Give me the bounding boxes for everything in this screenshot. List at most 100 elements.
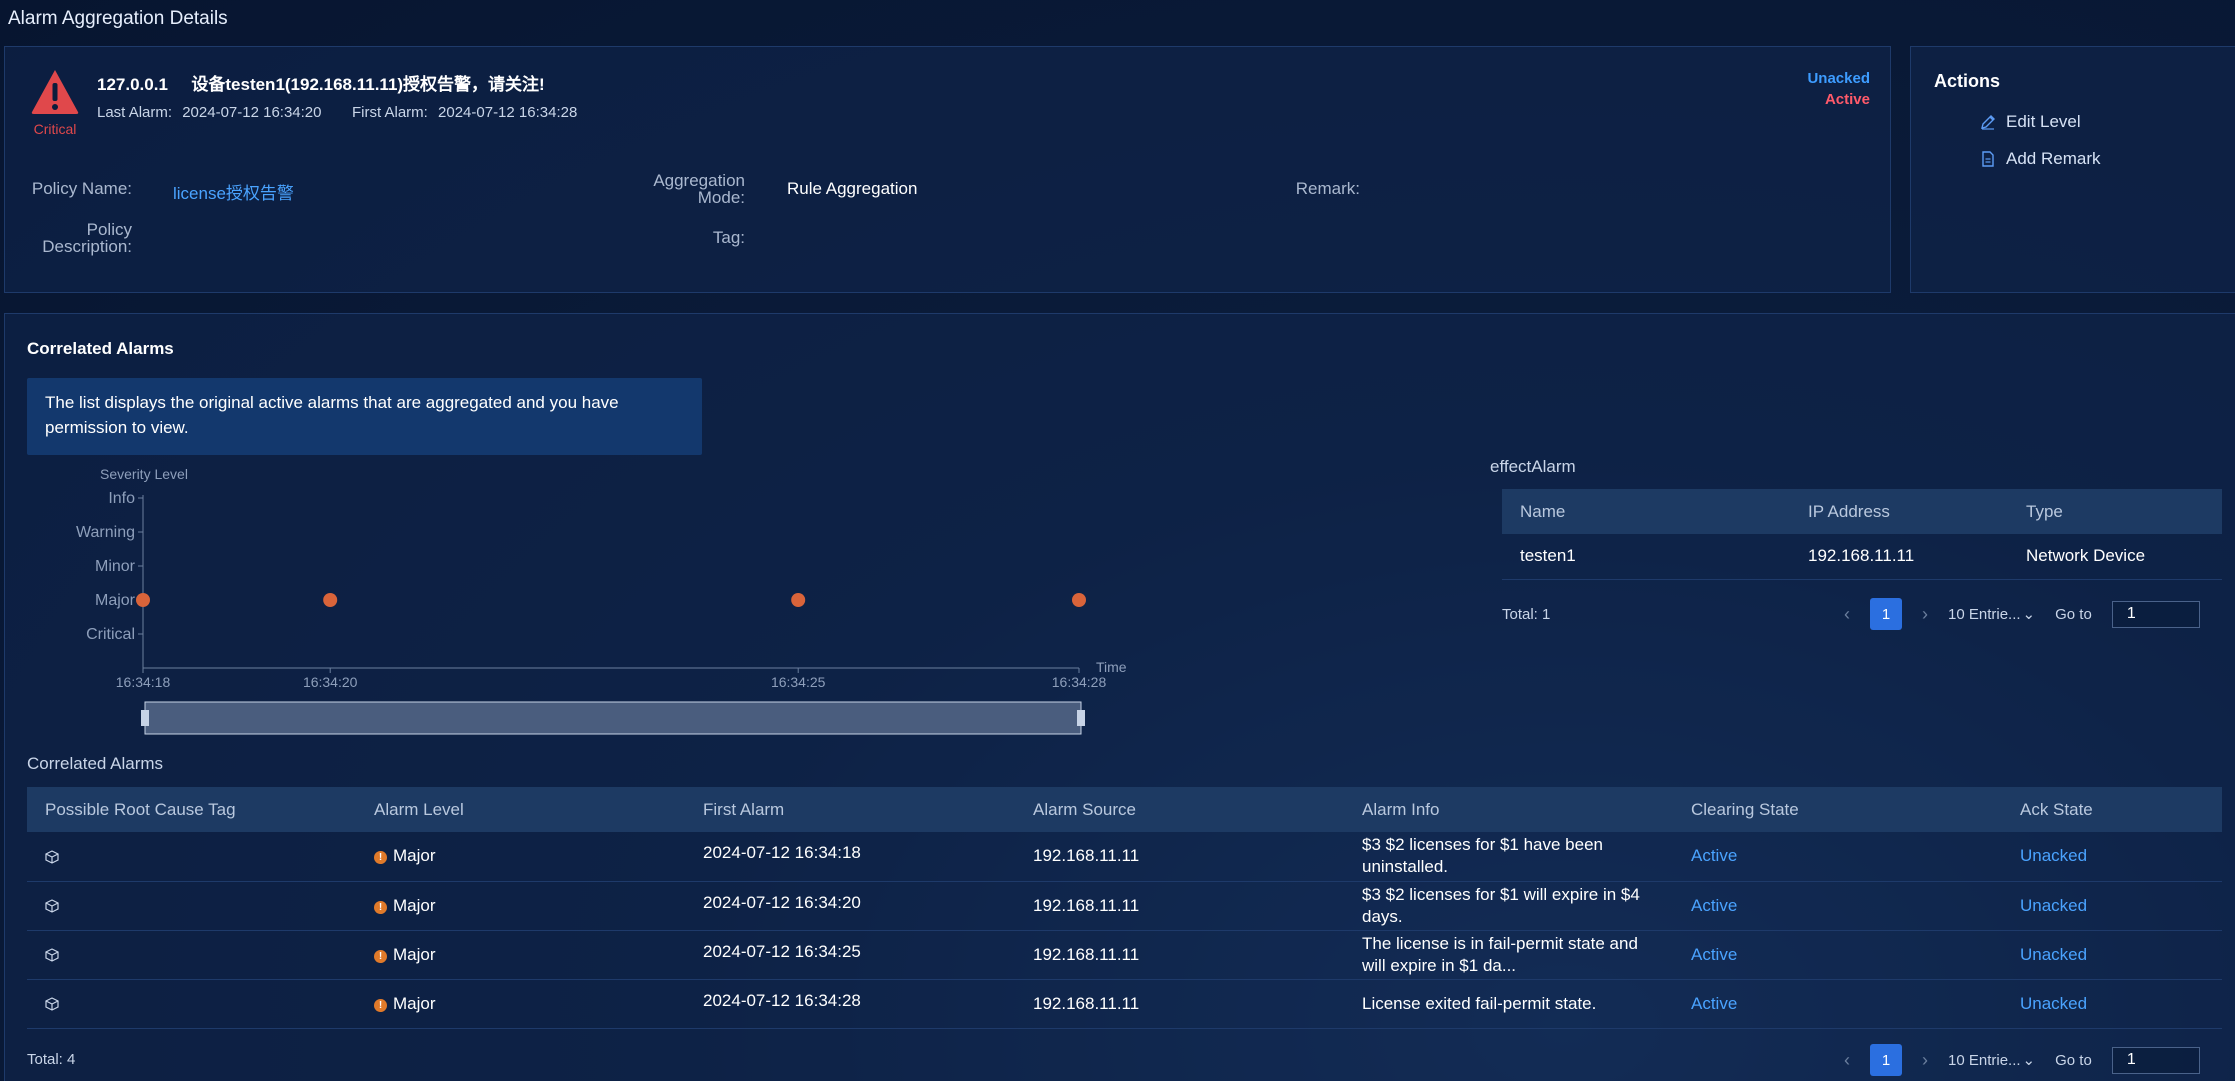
pencil-icon: [1981, 115, 1995, 130]
chart-x-axis-title: Time: [1096, 659, 1127, 675]
add-remark-button[interactable]: Add Remark: [1980, 149, 2100, 169]
alarm-level-text: Major: [393, 895, 436, 915]
aggregation-mode-label: Aggregation Mode:: [600, 172, 745, 206]
page-size-value: 10 Entrie...: [1948, 1051, 2021, 1069]
goto-page-input[interactable]: [2111, 600, 2200, 628]
aggregation-mode-value: Rule Aggregation: [787, 179, 918, 198]
effect-type-cell: Network Device: [2008, 534, 2222, 580]
policy-description-label: Policy Description:: [20, 221, 132, 255]
aggregation-mode-label-line2: Mode:: [697, 188, 745, 207]
alarm-source-cell: 192.168.11.11: [1015, 979, 1344, 1029]
clearing-state-link[interactable]: Active: [1673, 930, 2002, 980]
alarm-info-cell: $3 $2 licenses for $1 will expire in $4 …: [1344, 881, 1673, 931]
policy-description-label-line2: Description:: [42, 237, 132, 256]
col-ack-state: Ack State: [2002, 787, 2222, 832]
actions-title: Actions: [1934, 71, 2001, 91]
edit-level-label: Edit Level: [2006, 112, 2081, 131]
page-size-select[interactable]: 10 Entrie... ⌄: [1948, 1051, 2036, 1070]
goto-label: Go to: [2055, 1051, 2092, 1069]
correlated-section-title: Correlated Alarms: [27, 339, 174, 358]
clearing-state-link[interactable]: Active: [1673, 979, 2002, 1029]
alarm-level-text: Major: [393, 846, 436, 866]
table-row: ! Major 2024-07-12 16:34:20 192.168.11.11 $3…: [27, 881, 2222, 931]
slider-left-handle[interactable]: [141, 710, 149, 726]
major-severity-icon: !: [374, 851, 387, 865]
effect-col-name: Name: [1502, 489, 1790, 534]
cube-icon: [45, 948, 59, 962]
first-alarm-value: 2024-07-12 16:34:28: [438, 104, 578, 121]
page-number-button[interactable]: 1: [1870, 1044, 1902, 1076]
page-size-select[interactable]: 10 Entrie... ⌄: [1948, 605, 2035, 624]
alarm-source-cell: 192.168.11.11: [1015, 930, 1344, 980]
effect-pagination: ‹ 1 › 10 Entrie... ⌄ Go to: [1844, 598, 2200, 630]
effect-alarm-title: effectAlarm: [1490, 457, 1576, 476]
alarm-level-cell: ! Major: [356, 979, 685, 1029]
root-cause-tag-cell: [27, 832, 356, 882]
x-tick-label: 16:34:20: [303, 674, 358, 690]
correlated-alarms-table: Possible Root Cause Tag Alarm Level Firs…: [27, 787, 2222, 1029]
ack-state-badge: Unacked: [1807, 70, 1870, 87]
ack-state-link[interactable]: Unacked: [2002, 979, 2222, 1029]
data-point[interactable]: [136, 593, 150, 607]
tag-label: Tag:: [712, 228, 745, 247]
x-tick-label: 16:34:28: [1052, 674, 1107, 690]
policy-name-label: Policy Name:: [31, 179, 132, 198]
alarm-info-cell: The license is in fail-permit state and …: [1344, 930, 1673, 980]
next-page-icon[interactable]: ›: [1922, 1050, 1928, 1071]
time-range-slider[interactable]: [144, 701, 1082, 735]
ack-state-link[interactable]: Unacked: [2002, 832, 2222, 882]
y-tick-label: Major: [95, 592, 136, 609]
major-severity-icon: !: [374, 998, 387, 1012]
clear-state-badge: Active: [1824, 91, 1870, 108]
clearing-state-link[interactable]: Active: [1673, 881, 2002, 931]
remark-label: Remark:: [1295, 179, 1360, 198]
correlated-table-title: Correlated Alarms: [27, 754, 164, 773]
table-row: ! Major 2024-07-12 16:34:25 192.168.11.11 Th…: [27, 930, 2222, 980]
alarm-name: 设备testen1(192.168.11.11)授权告警，请关注!: [191, 75, 545, 94]
clearing-state-link[interactable]: Active: [1673, 832, 2002, 882]
prev-page-icon[interactable]: ‹: [1844, 604, 1850, 625]
alarm-level-text: Major: [393, 944, 436, 964]
edit-level-button[interactable]: Edit Level: [1980, 112, 2081, 132]
policy-name-link[interactable]: license授权告警: [173, 179, 294, 204]
ack-state-link[interactable]: Unacked: [2002, 930, 2222, 980]
y-tick-label: Critical: [86, 626, 135, 643]
alarm-total: Total: 4: [27, 1051, 76, 1068]
col-clearing-state: Clearing State: [1673, 787, 2002, 832]
page-number-button[interactable]: 1: [1870, 598, 1902, 630]
data-point[interactable]: [791, 593, 806, 607]
first-alarm-cell: 2024-07-12 16:34:20: [685, 881, 1015, 931]
first-alarm: First Alarm: 2024-07-12 16:34:28: [352, 104, 577, 121]
effect-name-cell: testen1: [1502, 534, 1790, 580]
goto-page-input[interactable]: [2111, 1046, 2200, 1074]
page-title: Alarm Aggregation Details: [8, 8, 228, 29]
chart-y-axis-title: Severity Level: [100, 466, 188, 482]
col-root-cause-tag: Possible Root Cause Tag: [27, 787, 356, 832]
last-alarm: Last Alarm: 2024-07-12 16:34:20: [97, 104, 322, 121]
add-remark-label: Add Remark: [2006, 149, 2101, 168]
prev-page-icon[interactable]: ‹: [1844, 1050, 1850, 1071]
alarm-info-cell: $3 $2 licenses for $1 have been uninstal…: [1344, 832, 1673, 882]
effect-alarm-table: Name IP Address Type testen1 192.168.11.…: [1502, 489, 2222, 580]
effect-col-type: Type: [2008, 489, 2222, 534]
severity-label: Critical: [33, 121, 77, 137]
x-tick-label: 16:34:18: [116, 674, 171, 690]
effect-ip-cell: 192.168.11.11: [1790, 534, 2008, 580]
data-point[interactable]: [1072, 593, 1086, 607]
next-page-icon[interactable]: ›: [1922, 604, 1928, 625]
root-cause-tag-cell: [27, 881, 356, 931]
chevron-down-icon: ⌄: [2022, 1052, 2036, 1069]
alarm-title: 127.0.0.1 设备testen1(192.168.11.11)授权告警，请…: [97, 70, 545, 95]
cube-icon: [45, 997, 59, 1011]
slider-right-handle[interactable]: [1077, 710, 1085, 726]
severity-timeline-chart: Severity Level Time Critical Major Minor Wa…: [76, 466, 1127, 735]
cube-icon: [45, 899, 59, 913]
data-point[interactable]: [323, 593, 338, 607]
effect-col-ip: IP Address: [1790, 489, 2008, 534]
alarm-ip: 127.0.0.1: [97, 75, 168, 94]
ack-state-link[interactable]: Unacked: [2002, 881, 2222, 931]
effect-total: Total: 1: [1502, 606, 1551, 623]
col-alarm-level: Alarm Level: [356, 787, 685, 832]
root-cause-tag-cell: [27, 979, 356, 1029]
first-alarm-cell: 2024-07-12 16:34:25: [685, 930, 1015, 980]
